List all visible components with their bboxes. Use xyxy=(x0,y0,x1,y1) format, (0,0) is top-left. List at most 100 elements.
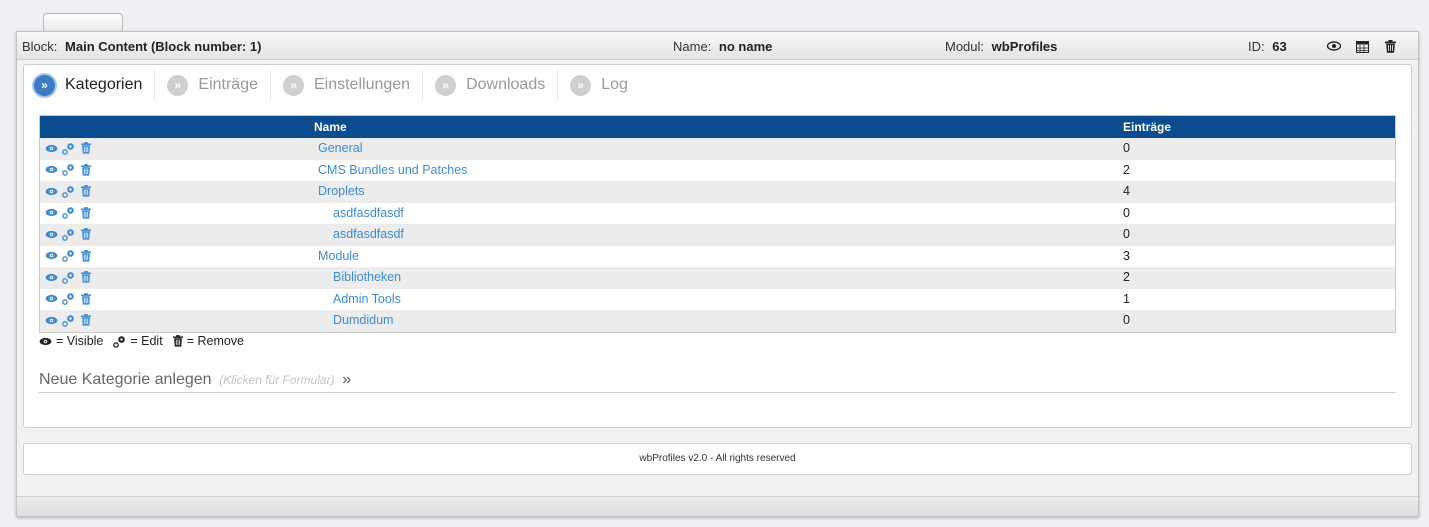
edit-icon[interactable] xyxy=(62,249,75,263)
legend-remove: = Remove xyxy=(186,334,245,348)
chevron-right-icon: » xyxy=(282,74,304,96)
legend-visible: = Visible xyxy=(56,334,104,348)
category-name-link[interactable]: asdfasdfasdf xyxy=(333,227,404,241)
table-row: Bibliotheken 2 xyxy=(40,267,1395,289)
tab-einstellungen[interactable]: » Einstellungen xyxy=(281,69,424,101)
eye-icon[interactable] xyxy=(45,206,58,220)
content-panel: » Kategorien » Einträge » Einstellungen … xyxy=(23,64,1412,428)
new-category-hint: (Klicken für Formular) xyxy=(219,373,335,387)
eye-icon[interactable] xyxy=(45,292,58,306)
entry-count: 1 xyxy=(1123,291,1130,306)
tab-label: Einträge xyxy=(198,76,258,93)
trash-icon[interactable] xyxy=(79,184,92,198)
eye-icon[interactable] xyxy=(45,227,58,241)
tab-bar: » Kategorien » Einträge » Einstellungen … xyxy=(32,69,650,101)
eye-icon[interactable] xyxy=(1325,39,1343,53)
column-header-name[interactable]: Name xyxy=(314,120,347,134)
edit-icon[interactable] xyxy=(62,206,75,220)
edit-icon[interactable] xyxy=(62,270,75,284)
edit-icon[interactable] xyxy=(62,313,75,327)
trash-icon xyxy=(172,335,183,347)
trash-icon[interactable] xyxy=(79,313,92,327)
category-name-link[interactable]: Module xyxy=(318,249,359,263)
edit-icon[interactable] xyxy=(62,141,75,155)
block-info: Block: Main Content (Block number: 1) xyxy=(22,39,261,54)
entry-count: 0 xyxy=(1123,313,1130,327)
chevron-right-icon: » xyxy=(570,74,592,96)
edit-icon[interactable] xyxy=(62,292,75,306)
entry-count: 0 xyxy=(1123,227,1130,241)
footer-text: wbProfiles v2.0 - All rights reserved xyxy=(639,453,796,464)
trash-icon[interactable] xyxy=(79,249,92,263)
footer: wbProfiles v2.0 - All rights reserved xyxy=(23,443,1412,475)
tab-label: Einstellungen xyxy=(313,76,411,93)
eye-icon[interactable] xyxy=(45,270,58,284)
new-category-toggle[interactable]: Neue Kategorie anlegen (Klicken für Form… xyxy=(39,371,1396,393)
modul-info: Modul: wbProfiles xyxy=(945,39,1057,54)
trash-icon[interactable] xyxy=(79,206,92,220)
legend: = Visible = Edit = Remove xyxy=(39,334,244,348)
id-value: 63 xyxy=(1272,39,1287,54)
tab-label: Downloads xyxy=(466,76,546,93)
edit-icon[interactable] xyxy=(62,184,75,198)
category-name-link[interactable]: CMS Bundles und Patches xyxy=(318,163,467,177)
chevron-right-icon: » xyxy=(34,74,55,96)
chevron-right-icon: » xyxy=(167,74,189,96)
chevron-right-icon: » xyxy=(342,371,352,388)
edit-icon[interactable] xyxy=(62,227,75,241)
eye-icon[interactable] xyxy=(45,313,58,327)
category-name-link[interactable]: Bibliotheken xyxy=(333,270,401,284)
table-body: General 0 CMS Bundles und Patches 2 Droplets… xyxy=(40,138,1395,332)
table-header: Name Einträge xyxy=(40,116,1395,138)
entry-count: 2 xyxy=(1123,270,1130,284)
tab-eintraege[interactable]: » Einträge xyxy=(165,69,271,101)
tab-log[interactable]: » Log xyxy=(568,69,640,101)
category-name-link[interactable]: Droplets xyxy=(318,184,365,198)
tab-kategorien[interactable]: » Kategorien xyxy=(32,69,156,101)
table-row: Module 3 xyxy=(40,245,1395,267)
bottom-strip xyxy=(17,496,1418,516)
entry-count: 2 xyxy=(1123,162,1130,177)
eye-icon[interactable] xyxy=(45,141,58,155)
trash-icon[interactable] xyxy=(79,141,92,155)
category-name-link[interactable]: General xyxy=(318,141,362,155)
block-tab[interactable] xyxy=(43,13,123,33)
block-label: Block: xyxy=(22,39,58,54)
table-row: General 0 xyxy=(40,138,1395,160)
trash-icon[interactable] xyxy=(79,163,92,177)
chevron-right-icon: » xyxy=(435,74,457,96)
category-name-link[interactable]: Dumdidum xyxy=(333,313,393,327)
trash-icon[interactable] xyxy=(79,227,92,241)
table-row: Dumdidum 0 xyxy=(40,310,1395,332)
tab-label: Kategorien xyxy=(65,76,143,93)
trash-icon[interactable] xyxy=(1381,39,1399,53)
table-row: asdfasdfasdf 0 xyxy=(40,224,1395,246)
edit-icon[interactable] xyxy=(62,163,75,177)
id-info: ID: 63 xyxy=(1248,39,1287,54)
legend-edit: = Edit xyxy=(130,334,163,348)
tab-downloads[interactable]: » Downloads xyxy=(433,69,559,101)
eye-icon xyxy=(39,337,52,346)
tab-label: Log xyxy=(601,76,628,93)
modul-value: wbProfiles xyxy=(991,39,1058,54)
modul-label: Modul: xyxy=(945,39,985,54)
name-info: Name: no name xyxy=(673,39,772,54)
trash-icon[interactable] xyxy=(79,270,92,284)
name-value: no name xyxy=(718,39,773,54)
eye-icon[interactable] xyxy=(45,163,58,177)
table-row: asdfasdfasdf 0 xyxy=(40,202,1395,224)
eye-icon[interactable] xyxy=(45,184,58,198)
edit-icon xyxy=(113,335,126,348)
eye-icon[interactable] xyxy=(45,249,58,263)
block-panel: Block: Main Content (Block number: 1) Na… xyxy=(16,31,1419,517)
category-table: Name Einträge General 0 CMS Bundles und Pa… xyxy=(39,115,1396,333)
table-row: Droplets 4 xyxy=(40,181,1395,203)
category-name-link[interactable]: asdfasdfasdf xyxy=(333,206,404,220)
table-row: CMS Bundles und Patches 2 xyxy=(40,159,1395,181)
calendar-icon[interactable] xyxy=(1353,39,1371,53)
category-name-link[interactable]: Admin Tools xyxy=(333,292,401,306)
trash-icon[interactable] xyxy=(79,292,92,306)
block-value: Main Content (Block number: 1) xyxy=(65,39,262,54)
column-header-count[interactable]: Einträge xyxy=(1123,120,1171,134)
block-header: Block: Main Content (Block number: 1) Na… xyxy=(17,32,1418,60)
